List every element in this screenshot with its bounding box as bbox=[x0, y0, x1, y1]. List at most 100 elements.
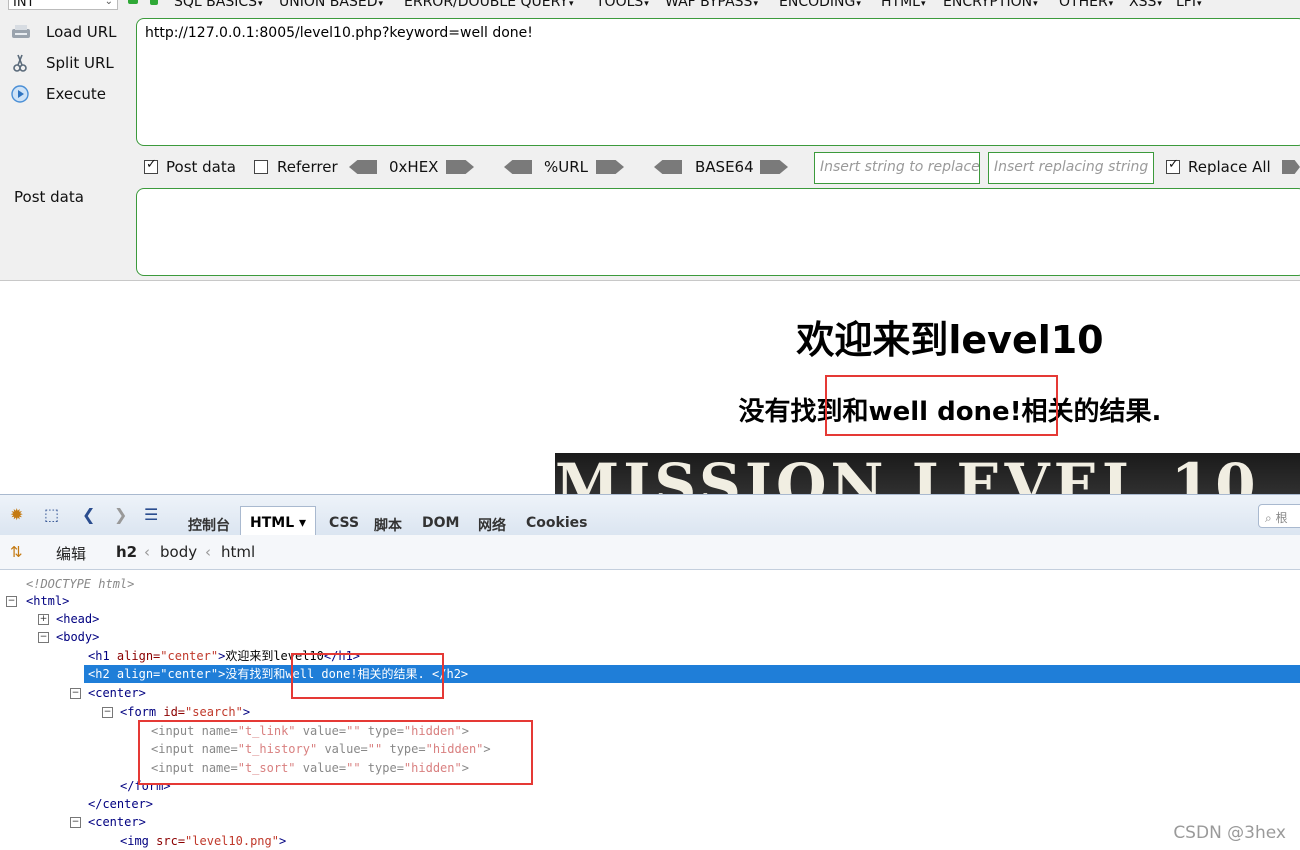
hex-decode-arrow-icon[interactable] bbox=[349, 160, 377, 174]
base64-encode-arrow-icon[interactable] bbox=[760, 160, 788, 174]
center-node[interactable]: <center> bbox=[88, 684, 146, 702]
h1-tag-open: <h1 bbox=[88, 649, 110, 663]
menu-xss[interactable]: XSS bbox=[1129, 0, 1162, 10]
load-url-label: Load URL bbox=[46, 23, 117, 41]
page-heading: 欢迎来到level10 bbox=[796, 318, 1104, 362]
base64-decode-arrow-icon[interactable] bbox=[654, 160, 682, 174]
menu-sql-basics[interactable]: SQL BASICS bbox=[174, 0, 263, 10]
insert-string-input[interactable]: Insert string to replace bbox=[814, 152, 980, 184]
body-node[interactable]: <body> bbox=[56, 628, 99, 646]
forward-icon[interactable]: ❯ bbox=[114, 505, 127, 524]
img-attr: src= bbox=[156, 834, 186, 848]
highlight-box bbox=[825, 375, 1058, 436]
referrer-checkbox[interactable] bbox=[254, 160, 268, 174]
html-panel-icon[interactable]: ⇅ bbox=[10, 543, 23, 561]
plus-icon[interactable] bbox=[150, 0, 158, 5]
split-url-label: Split URL bbox=[46, 54, 114, 72]
url-encoding-label: %URL bbox=[544, 158, 589, 176]
tab-dom[interactable]: DOM bbox=[422, 515, 459, 531]
play-icon bbox=[10, 85, 32, 103]
menu-union-based[interactable]: UNION BASED bbox=[279, 0, 383, 10]
h1-attr: align= bbox=[116, 649, 161, 663]
command-line-icon[interactable]: ☰ bbox=[144, 505, 158, 524]
edit-button[interactable]: 编辑 bbox=[56, 543, 86, 564]
tab-script[interactable]: 脚本 bbox=[374, 515, 402, 535]
chevron-down-icon: ⌄ bbox=[104, 0, 113, 7]
firebug-icon[interactable]: ✹ bbox=[10, 505, 23, 524]
crumb-separator-icon: ‹ bbox=[205, 543, 211, 561]
scissors-icon bbox=[10, 54, 32, 72]
firebug-search-input[interactable]: ⌕ 根 bbox=[1258, 504, 1300, 528]
form-attr: id= bbox=[163, 705, 186, 719]
head-node[interactable]: <head> bbox=[56, 610, 99, 628]
base64-label: BASE64 bbox=[695, 158, 754, 176]
collapse-icon[interactable]: − bbox=[70, 817, 81, 828]
minus-icon[interactable] bbox=[128, 0, 138, 4]
img-attr-value: "level10.png" bbox=[185, 834, 279, 848]
highlight-box bbox=[291, 653, 444, 699]
h2-node[interactable]: <h2 align="center">没有找到和well done!相关的结果.… bbox=[84, 665, 1300, 683]
img-tag-open: <img bbox=[120, 834, 149, 848]
collapse-icon[interactable]: − bbox=[6, 596, 17, 607]
referrer-checkbox-label: Referrer bbox=[277, 158, 338, 176]
search-placeholder: 根 bbox=[1275, 511, 1288, 525]
html-node[interactable]: <html> bbox=[26, 592, 69, 610]
highlight-box bbox=[138, 720, 533, 785]
url-encode-arrow-icon[interactable] bbox=[596, 160, 624, 174]
expand-icon[interactable]: + bbox=[38, 614, 49, 625]
menu-waf-bypass[interactable]: WAF BYPASS bbox=[665, 0, 758, 10]
url-text: http://127.0.0.1:8005/level10.php?keywor… bbox=[145, 25, 533, 41]
tab-css[interactable]: CSS bbox=[329, 515, 359, 531]
center-node-2[interactable]: <center> bbox=[88, 813, 146, 831]
collapse-icon[interactable]: − bbox=[70, 688, 81, 699]
split-url-button[interactable]: Split URL bbox=[10, 52, 114, 74]
page-content: 欢迎来到level10 没有找到和well done!相关的结果. MISSIO… bbox=[0, 281, 1300, 494]
replace-arrow-icon[interactable] bbox=[1282, 160, 1300, 174]
firebug-toolbar: ✹ ⬚ ❮ ❯ ☰ 控制台 HTML ▾ CSS 脚本 DOM 网络 Cooki… bbox=[0, 494, 1300, 536]
collapse-icon[interactable]: − bbox=[102, 707, 113, 718]
chevron-down-icon: ▾ bbox=[299, 515, 307, 531]
tab-html[interactable]: HTML ▾ bbox=[240, 506, 317, 536]
post-data-checkbox[interactable] bbox=[144, 157, 158, 174]
post-data-textarea[interactable] bbox=[136, 188, 1300, 276]
menu-encoding[interactable]: ENCODING bbox=[779, 0, 861, 10]
tab-net[interactable]: 网络 bbox=[478, 515, 506, 535]
menu-lfi[interactable]: LFI bbox=[1176, 0, 1202, 10]
crumb-separator-icon: ‹ bbox=[144, 543, 150, 561]
img-tag-close: > bbox=[278, 834, 287, 848]
search-icon: ⌕ bbox=[1265, 511, 1272, 525]
back-icon[interactable]: ❮ bbox=[82, 505, 95, 524]
mission-level-banner: MISSION LEVEL 10 bbox=[555, 453, 1300, 494]
hackbar: INT ⌄ SQL BASICS UNION BASED ERROR/DOUBL… bbox=[0, 0, 1300, 281]
sql-type-select[interactable]: INT ⌄ bbox=[8, 0, 118, 10]
crumb-body[interactable]: body bbox=[160, 543, 197, 561]
url-textarea[interactable]: http://127.0.0.1:8005/level10.php?keywor… bbox=[136, 18, 1300, 146]
form-node[interactable]: <form id="search"> bbox=[120, 703, 250, 721]
menu-error-double-query[interactable]: ERROR/DOUBLE QUERY bbox=[404, 0, 574, 10]
menu-other[interactable]: OTHER bbox=[1059, 0, 1113, 10]
post-data-checkbox-label: Post data bbox=[166, 158, 236, 176]
crumb-h2[interactable]: h2 bbox=[116, 543, 137, 561]
menu-encryption[interactable]: ENCRYPTION bbox=[943, 0, 1038, 10]
menu-html[interactable]: HTML bbox=[881, 0, 926, 10]
doctype-node: <!DOCTYPE html> bbox=[26, 577, 135, 591]
form-tag-close: > bbox=[242, 705, 251, 719]
tab-console[interactable]: 控制台 bbox=[188, 515, 230, 535]
form-attr-value: "search" bbox=[185, 705, 243, 719]
load-url-button[interactable]: Load URL bbox=[10, 21, 117, 43]
inspect-icon[interactable]: ⬚ bbox=[44, 505, 59, 524]
hackbar-menubar: INT ⌄ SQL BASICS UNION BASED ERROR/DOUBL… bbox=[0, 0, 1300, 12]
url-decode-arrow-icon[interactable] bbox=[504, 160, 532, 174]
h2-attr: align= bbox=[116, 667, 161, 681]
execute-button[interactable]: Execute bbox=[10, 83, 106, 105]
menu-tools[interactable]: TOOLS bbox=[596, 0, 649, 10]
hackbar-options-row: Post data Referrer 0xHEX %URL BASE64 Ins… bbox=[0, 152, 1300, 184]
insert-replacing-placeholder: Insert replacing string bbox=[994, 159, 1149, 175]
collapse-icon[interactable]: − bbox=[38, 632, 49, 643]
insert-replacing-input[interactable]: Insert replacing string bbox=[988, 152, 1154, 184]
hex-encode-arrow-icon[interactable] bbox=[446, 160, 474, 174]
img-node[interactable]: <img src="level10.png"> bbox=[120, 832, 286, 850]
replace-all-checkbox[interactable] bbox=[1166, 157, 1180, 174]
crumb-html[interactable]: html bbox=[221, 543, 255, 561]
tab-cookies[interactable]: Cookies bbox=[526, 515, 587, 531]
